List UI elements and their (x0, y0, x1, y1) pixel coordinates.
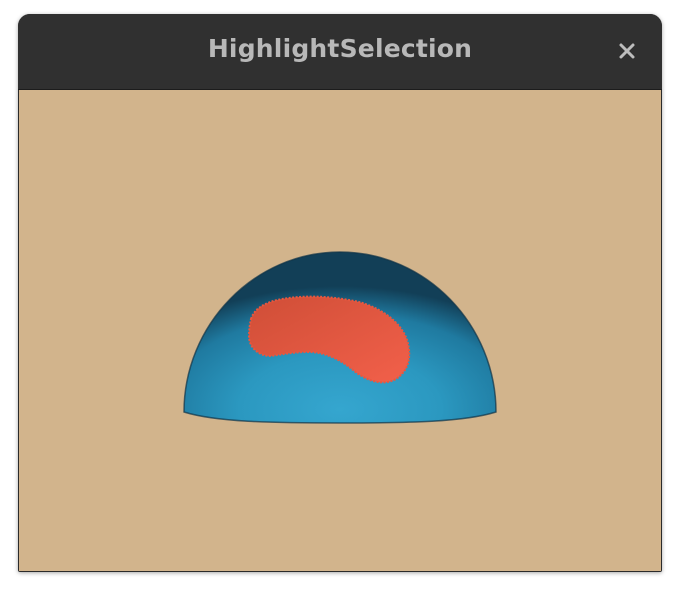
hemisphere-scene (183, 251, 497, 424)
render-view[interactable] (19, 90, 661, 571)
app-window: HighlightSelection (18, 14, 662, 572)
window-title: HighlightSelection (207, 34, 473, 63)
close-icon (619, 43, 635, 59)
titlebar[interactable]: HighlightSelection (18, 14, 662, 90)
close-button[interactable] (612, 36, 642, 66)
